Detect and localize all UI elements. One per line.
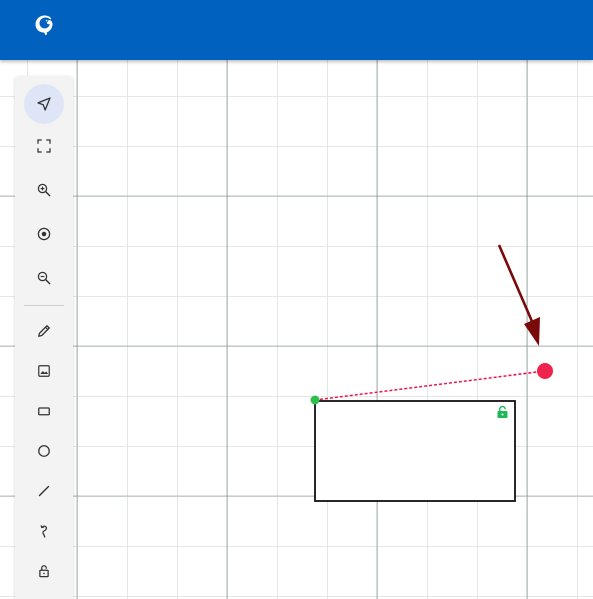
- rectangle-icon: [38, 407, 50, 416]
- toolbar-divider: [24, 305, 64, 306]
- major-grid: [0, 60, 593, 599]
- chameleon-logo-icon[interactable]: [32, 13, 56, 37]
- pointer-arrow-icon: [497, 244, 540, 346]
- zoom-out-tool[interactable]: [24, 258, 64, 298]
- line-tool[interactable]: [24, 471, 64, 511]
- circle-tool[interactable]: [24, 431, 64, 471]
- image-tool[interactable]: [24, 351, 64, 391]
- zoom-out-icon: [37, 271, 51, 285]
- target-icon: [37, 227, 51, 241]
- center-view-tool[interactable]: [24, 214, 64, 254]
- expand-corners-icon: [37, 139, 51, 153]
- connector-start-handle[interactable]: [310, 395, 320, 405]
- lock-tool[interactable]: [24, 551, 64, 591]
- curved-arrow-icon: [40, 525, 48, 538]
- connector-tool[interactable]: [24, 511, 64, 551]
- image-icon: [38, 365, 50, 377]
- line-icon: [38, 485, 50, 497]
- connector-end-handle[interactable]: [537, 363, 553, 379]
- rectangle-tool[interactable]: [24, 391, 64, 431]
- tool-palette: [15, 76, 73, 599]
- navigation-arrow-icon: [37, 97, 51, 111]
- fit-to-screen-tool[interactable]: [24, 126, 64, 166]
- zoom-in-tool[interactable]: [24, 170, 64, 210]
- drawing-canvas[interactable]: [0, 60, 593, 599]
- zoom-in-icon: [37, 183, 51, 197]
- pencil-icon: [38, 325, 50, 337]
- connector-line[interactable]: [314, 370, 546, 401]
- rectangle-shape[interactable]: [314, 400, 516, 502]
- draw-tool[interactable]: [24, 311, 64, 351]
- unlock-icon: [39, 565, 49, 578]
- canvas-overlay: [0, 60, 593, 599]
- select-tool[interactable]: [24, 84, 64, 124]
- top-app-bar: [0, 0, 593, 60]
- whiteboard-app: [0, 0, 593, 599]
- circle-icon: [38, 445, 50, 457]
